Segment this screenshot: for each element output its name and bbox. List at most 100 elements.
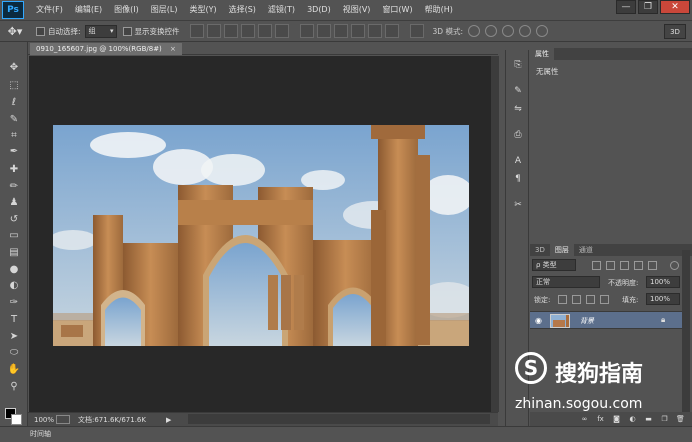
filter-adjustment-icon[interactable] <box>606 261 615 270</box>
filter-toggle-icon[interactable] <box>670 261 679 270</box>
fill-field[interactable]: 100% <box>646 293 680 305</box>
tab-channels[interactable]: 通道 <box>574 244 598 256</box>
canvas-vertical-scrollbar[interactable] <box>491 56 499 412</box>
visibility-eye-icon[interactable]: ◉ <box>535 316 542 325</box>
marquee-icon[interactable]: ⬚ <box>6 78 22 92</box>
filter-type-icon[interactable] <box>620 261 629 270</box>
tab-3d[interactable]: 3D <box>530 244 550 256</box>
canvas-area[interactable] <box>29 56 491 412</box>
3d-roll-icon[interactable] <box>485 25 497 37</box>
lock-all-icon[interactable] <box>600 295 609 304</box>
document-tab[interactable]: 0910_165607.jpg @ 100%(RGB/8#) × <box>30 43 182 55</box>
gradient-icon[interactable]: ▤ <box>6 245 22 259</box>
timeline-tab[interactable]: 时间轴 <box>30 429 51 439</box>
distribute-hcenter-icon[interactable] <box>367 24 382 38</box>
tab-properties[interactable]: 属性 <box>530 48 554 60</box>
layers-scrollbar[interactable] <box>682 250 690 420</box>
eyedropper-icon[interactable]: ✒ <box>6 144 22 158</box>
menu-view[interactable]: 视图(V) <box>337 0 377 20</box>
move-tool-preset-icon[interactable]: ✥▾ <box>0 22 30 40</box>
lock-pixels-icon[interactable] <box>572 295 581 304</box>
adjustments-icon[interactable]: ⇋ <box>511 102 525 115</box>
distribute-top-icon[interactable] <box>299 24 314 38</box>
lasso-icon[interactable]: ℓ <box>6 95 22 109</box>
filter-pixel-icon[interactable] <box>592 261 601 270</box>
close-button[interactable]: ✕ <box>660 0 690 14</box>
history-brush-icon[interactable]: ↺ <box>6 212 22 226</box>
3d-pan-icon[interactable] <box>502 25 514 37</box>
menu-file[interactable]: 文件(F) <box>30 0 69 20</box>
tools-settings-icon[interactable]: ✂ <box>511 198 525 211</box>
align-right-icon[interactable] <box>274 24 289 38</box>
minimize-button[interactable]: — <box>616 0 636 14</box>
align-top-icon[interactable] <box>189 24 204 38</box>
history-panel-icon[interactable]: ⎘ <box>511 58 525 71</box>
clone-source-icon[interactable]: ⎙ <box>511 128 525 141</box>
healing-brush-icon[interactable]: ✚ <box>6 162 22 176</box>
dodge-icon[interactable]: ◐ <box>6 278 22 292</box>
menu-select[interactable]: 选择(S) <box>223 0 262 20</box>
layer-filter-dropdown[interactable]: ρ 类型 <box>532 259 576 271</box>
canvas-horizontal-scrollbar[interactable] <box>188 414 490 424</box>
align-hcenter-icon[interactable] <box>257 24 272 38</box>
background-color-swatch[interactable] <box>11 414 22 425</box>
brush-icon[interactable]: ✏ <box>6 179 22 193</box>
layer-row-background[interactable]: ◉ 背景 🔒︎ <box>530 311 682 329</box>
align-vcenter-icon[interactable] <box>206 24 221 38</box>
auto-align-icon[interactable] <box>409 24 424 38</box>
restore-button[interactable]: ❐ <box>638 0 658 14</box>
zoom-icon[interactable]: ⚲ <box>6 379 22 393</box>
quick-select-icon[interactable]: ✎ <box>6 112 22 126</box>
lock-position-icon[interactable] <box>586 295 595 304</box>
3d-workspace-button[interactable]: 3D <box>664 24 686 39</box>
move-icon[interactable]: ✥ <box>6 60 22 74</box>
type-icon[interactable]: T <box>6 312 22 326</box>
distribute-bottom-icon[interactable] <box>333 24 348 38</box>
menu-layer[interactable]: 图层(L) <box>145 0 184 20</box>
layer-style-icon[interactable]: fx <box>596 415 605 424</box>
new-group-icon[interactable]: ▬ <box>644 415 653 424</box>
filter-shape-icon[interactable] <box>634 261 643 270</box>
opacity-field[interactable]: 100% <box>646 276 680 288</box>
pen-icon[interactable]: ✑ <box>6 295 22 309</box>
distribute-vcenter-icon[interactable] <box>316 24 331 38</box>
close-document-icon[interactable]: × <box>170 45 176 53</box>
menu-type[interactable]: 类型(Y) <box>183 0 222 20</box>
adjustment-layer-icon[interactable]: ◐ <box>628 415 637 424</box>
filter-smart-object-icon[interactable] <box>648 261 657 270</box>
brush-preset-icon[interactable]: ✎ <box>511 84 525 97</box>
character-icon[interactable]: A <box>511 154 525 167</box>
canvas-image[interactable] <box>53 125 469 346</box>
blur-icon[interactable]: ● <box>6 262 22 276</box>
hand-icon[interactable]: ✋ <box>6 362 22 376</box>
lock-transparent-icon[interactable] <box>558 295 567 304</box>
menu-edit[interactable]: 编辑(E) <box>69 0 108 20</box>
3d-scale-icon[interactable] <box>536 25 548 37</box>
3d-rotate-icon[interactable] <box>468 25 480 37</box>
show-transform-checkbox[interactable] <box>122 26 132 36</box>
3d-slide-icon[interactable] <box>519 25 531 37</box>
distribute-right-icon[interactable] <box>384 24 399 38</box>
menu-image[interactable]: 图像(I) <box>108 0 145 20</box>
zoom-level[interactable]: 100% <box>34 416 56 424</box>
distribute-left-icon[interactable] <box>350 24 365 38</box>
eraser-icon[interactable]: ▭ <box>6 228 22 242</box>
align-left-icon[interactable] <box>240 24 255 38</box>
paragraph-icon[interactable]: ¶ <box>511 172 525 185</box>
crop-icon[interactable]: ⌗ <box>6 128 22 142</box>
tab-layers[interactable]: 图层 <box>549 244 574 256</box>
auto-select-checkbox[interactable] <box>36 26 45 36</box>
menu-3d[interactable]: 3D(D) <box>301 0 337 20</box>
menu-window[interactable]: 窗口(W) <box>376 0 418 20</box>
status-menu-arrow-icon[interactable]: ▶ <box>166 416 171 424</box>
delete-layer-icon[interactable]: 🗑︎ <box>676 415 685 424</box>
link-layers-icon[interactable]: ∞ <box>580 415 589 424</box>
clone-stamp-icon[interactable]: ♟ <box>6 195 22 209</box>
shape-icon[interactable]: ⬭ <box>6 345 22 359</box>
auto-select-dropdown[interactable]: 组 <box>84 24 117 38</box>
menu-filter[interactable]: 滤镜(T) <box>262 0 301 20</box>
layer-name[interactable]: 背景 <box>580 316 594 326</box>
add-mask-icon[interactable]: ◙ <box>612 415 621 424</box>
zoom-field-icon[interactable] <box>56 415 70 424</box>
path-select-icon[interactable]: ➤ <box>6 329 22 343</box>
